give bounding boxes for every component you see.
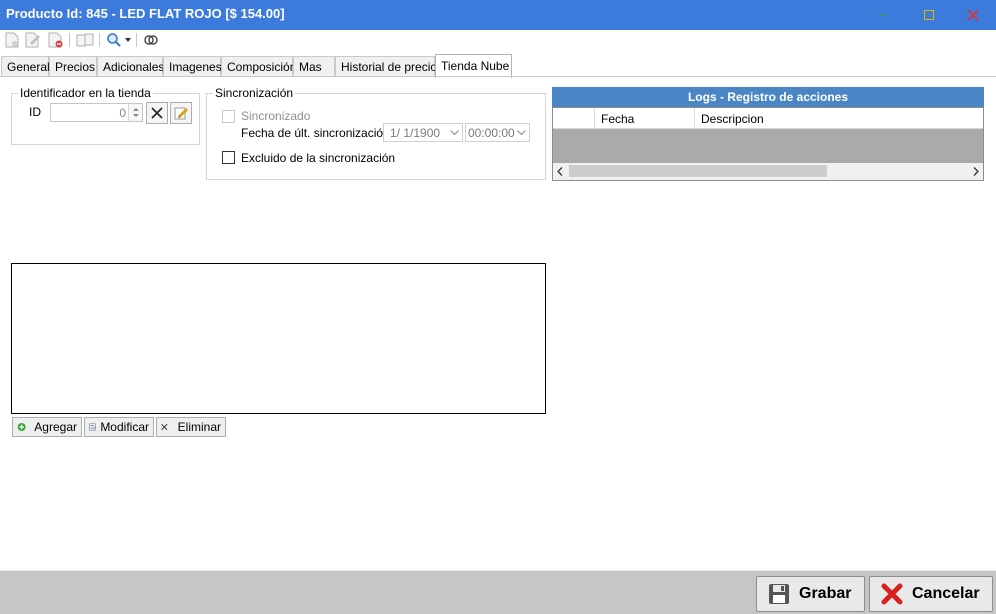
- edit-doc-icon: [25, 32, 41, 48]
- copy-icon: [76, 33, 94, 47]
- synced-checkbox[interactable]: [222, 110, 235, 123]
- last-sync-label: Fecha de últ. sincronización: [241, 126, 390, 140]
- maximize-button[interactable]: [906, 0, 952, 30]
- last-sync-time-value: 00:00:00: [468, 126, 515, 140]
- tab-historial-precios[interactable]: Historial de precios: [335, 56, 443, 77]
- minimize-button[interactable]: [860, 0, 906, 30]
- clear-id-button[interactable]: [146, 102, 168, 124]
- delete-doc-icon: [48, 32, 63, 48]
- id-value: 0: [119, 106, 126, 120]
- tab-precios[interactable]: Precios: [49, 56, 97, 77]
- close-icon: [161, 423, 168, 431]
- new-doc-icon: [5, 32, 19, 48]
- pencil-icon: [174, 107, 189, 120]
- last-sync-date-value: 1/ 1/1900: [390, 126, 441, 140]
- search-dropdown-button[interactable]: [104, 31, 132, 49]
- save-button-label: Grabar: [799, 585, 852, 602]
- synced-label: Sincronizado: [241, 109, 311, 123]
- chevron-down-icon: [124, 38, 131, 42]
- tab-general[interactable]: General: [1, 56, 50, 77]
- add-button[interactable]: Agregar: [12, 417, 82, 437]
- logs-grid[interactable]: Fecha Descripcion: [552, 107, 984, 181]
- edit-id-button[interactable]: [170, 102, 192, 124]
- tab-tienda-nube[interactable]: Tienda Nube: [435, 54, 512, 78]
- save-button[interactable]: Grabar: [756, 576, 865, 612]
- tab-divider: [0, 76, 996, 77]
- last-sync-time-picker[interactable]: 00:00:00: [465, 123, 530, 142]
- window-title: Producto Id: 845 - LED FLAT ROJO [$ 154.…: [6, 6, 285, 21]
- id-label: ID: [29, 105, 41, 119]
- cancel-button-label: Cancelar: [912, 585, 980, 602]
- delete-button[interactable]: [46, 31, 66, 49]
- excluded-label: Excluido de la sincronización: [241, 151, 396, 165]
- toolbar-separator: [69, 33, 70, 47]
- toolbar-separator: [136, 33, 137, 47]
- search-icon: [106, 33, 121, 47]
- tab-composicion[interactable]: Composición: [221, 56, 296, 77]
- scrollbar-thumb[interactable]: [569, 165, 827, 177]
- logs-column-header[interactable]: [553, 108, 595, 129]
- id-stepper[interactable]: 0: [50, 103, 143, 122]
- excluded-checkbox[interactable]: [222, 151, 235, 164]
- new-button[interactable]: [2, 31, 22, 49]
- sync-group-title: Sincronización: [213, 86, 296, 100]
- chevron-right-icon[interactable]: [973, 167, 979, 176]
- last-sync-date-picker[interactable]: 1/ 1/1900: [383, 123, 463, 142]
- toolbar: [0, 30, 996, 50]
- cancel-icon: [881, 583, 903, 605]
- edit-button[interactable]: [23, 31, 43, 49]
- tab-strip: General Precios Adicionales Imagenes Com…: [0, 54, 996, 78]
- delete-button-label: Eliminar: [177, 420, 221, 434]
- logs-horizontal-scrollbar[interactable]: [553, 163, 983, 180]
- items-list[interactable]: [11, 263, 546, 414]
- modify-button-label: Modificar: [100, 420, 149, 434]
- cancel-button[interactable]: Cancelar: [869, 576, 993, 612]
- link-icon: [144, 35, 158, 45]
- modify-button[interactable]: Modificar: [84, 417, 154, 437]
- save-icon: [769, 584, 789, 604]
- tab-imagenes[interactable]: Imagenes: [163, 56, 222, 77]
- tab-adicionales[interactable]: Adicionales: [97, 56, 164, 77]
- chevron-left-icon[interactable]: [557, 167, 563, 176]
- add-button-label: Agregar: [34, 420, 77, 434]
- edit-icon: [89, 423, 97, 431]
- maximize-icon: [924, 10, 934, 20]
- chevron-down-icon: [450, 130, 459, 136]
- store-id-group-title: Identificador en la tienda: [18, 86, 153, 100]
- tab-mas[interactable]: Mas: [293, 56, 335, 77]
- spin-arrows-icon: [133, 108, 139, 117]
- close-icon: [151, 107, 163, 119]
- logs-column-header[interactable]: Descripcion: [695, 108, 983, 129]
- copy-button[interactable]: [75, 31, 95, 49]
- delete-item-button[interactable]: Eliminar: [156, 417, 226, 437]
- logs-column-header[interactable]: Fecha: [595, 108, 695, 129]
- chevron-down-icon: [517, 130, 526, 136]
- add-icon: [17, 423, 26, 431]
- minimize-icon: [878, 14, 888, 16]
- link-button[interactable]: [141, 31, 161, 49]
- close-icon: [967, 9, 979, 21]
- title-bar: Producto Id: 845 - LED FLAT ROJO [$ 154.…: [0, 0, 996, 30]
- toolbar-separator: [99, 33, 100, 47]
- close-button[interactable]: [950, 0, 996, 30]
- logs-title: Logs - Registro de acciones: [552, 87, 984, 107]
